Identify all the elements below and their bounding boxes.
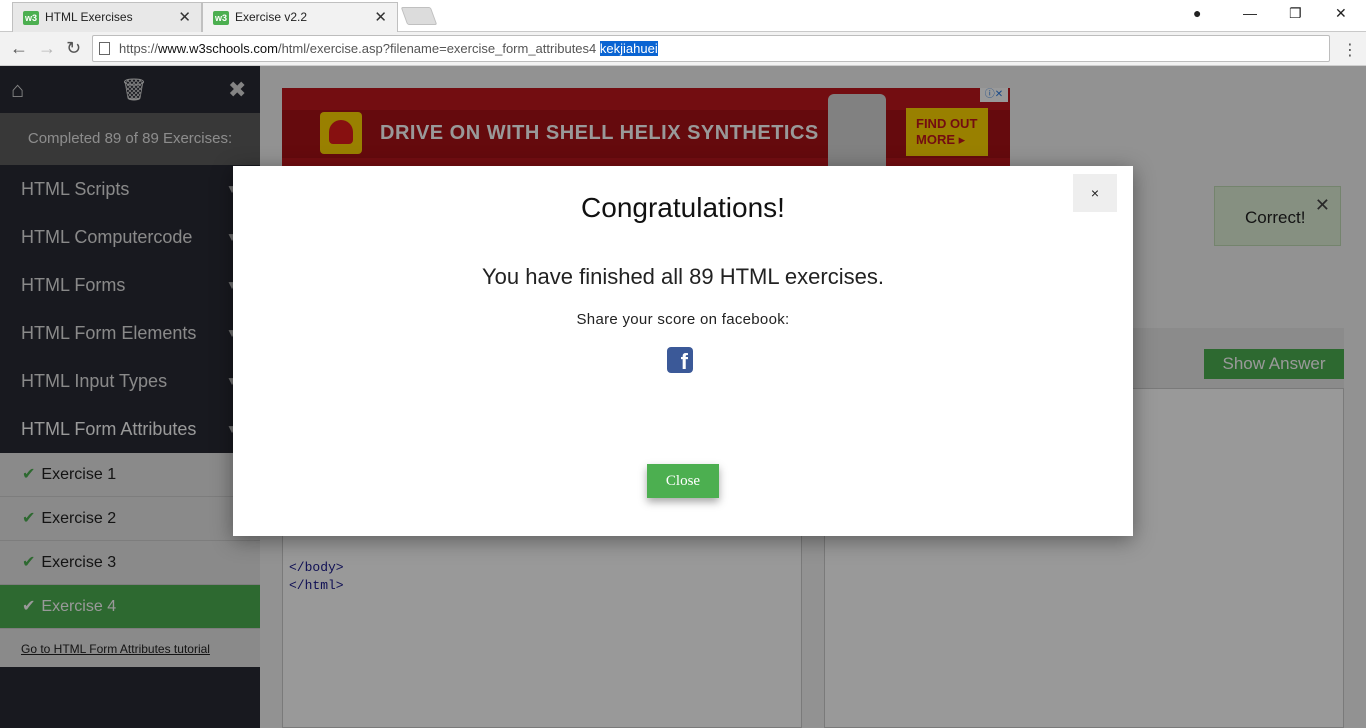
arrow-right-icon[interactable]: → <box>38 38 56 59</box>
modal-message: You have finished all 89 HTML exercises. <box>482 264 884 289</box>
restore-icon[interactable]: ❐ <box>1289 5 1302 22</box>
browser-tab-exercise[interactable]: w3 Exercise v2.2 ✕ <box>202 2 398 32</box>
url-scheme: https:// <box>119 41 159 56</box>
browser-tabstrip: w3 HTML Exercises ✕ w3 Exercise v2.2 ✕ ●… <box>0 0 1366 32</box>
facebook-icon[interactable]: f <box>667 347 693 373</box>
page-info-icon[interactable] <box>99 42 110 55</box>
url-selected-text: kekjiahuei <box>599 41 658 56</box>
modal-title: Congratulations! <box>581 192 785 223</box>
kebab-menu-icon[interactable]: ⋮ <box>1342 40 1358 60</box>
w3schools-favicon-icon: w3 <box>23 11 39 25</box>
url-text: https://www.w3schools.com/html/exercise.… <box>119 36 658 61</box>
browser-tab-html-exercises[interactable]: w3 HTML Exercises ✕ <box>12 2 202 32</box>
close-button[interactable]: Close <box>647 464 719 498</box>
congratulations-modal: × Congratulations! You have finished all… <box>233 166 1133 536</box>
arrow-left-icon[interactable]: ← <box>10 38 28 59</box>
account-icon[interactable]: ● <box>1193 5 1201 21</box>
tab-close-icon[interactable]: ✕ <box>178 8 191 26</box>
address-bar-row: ← → ↻ https://www.w3schools.com/html/exe… <box>0 32 1366 66</box>
window-close-icon[interactable]: ✕ <box>1335 5 1347 22</box>
reload-icon[interactable]: ↻ <box>66 38 81 59</box>
w3schools-favicon-icon: w3 <box>213 11 229 25</box>
page: ⌂ 🗑 ✖ Completed 89 of 89 Exercises: HTML… <box>0 66 1366 728</box>
tab-title: HTML Exercises <box>45 10 133 24</box>
url-domain: www.w3schools.com <box>158 41 278 56</box>
minimize-icon[interactable]: — <box>1243 5 1257 21</box>
url-input[interactable]: https://www.w3schools.com/html/exercise.… <box>92 35 1330 62</box>
share-prompt: Share your score on facebook: <box>576 311 790 328</box>
new-tab-button[interactable] <box>400 7 438 25</box>
url-path: /html/exercise.asp?filename=exercise_for… <box>277 41 597 56</box>
tab-title: Exercise v2.2 <box>235 10 308 24</box>
tab-close-icon[interactable]: ✕ <box>374 8 387 26</box>
